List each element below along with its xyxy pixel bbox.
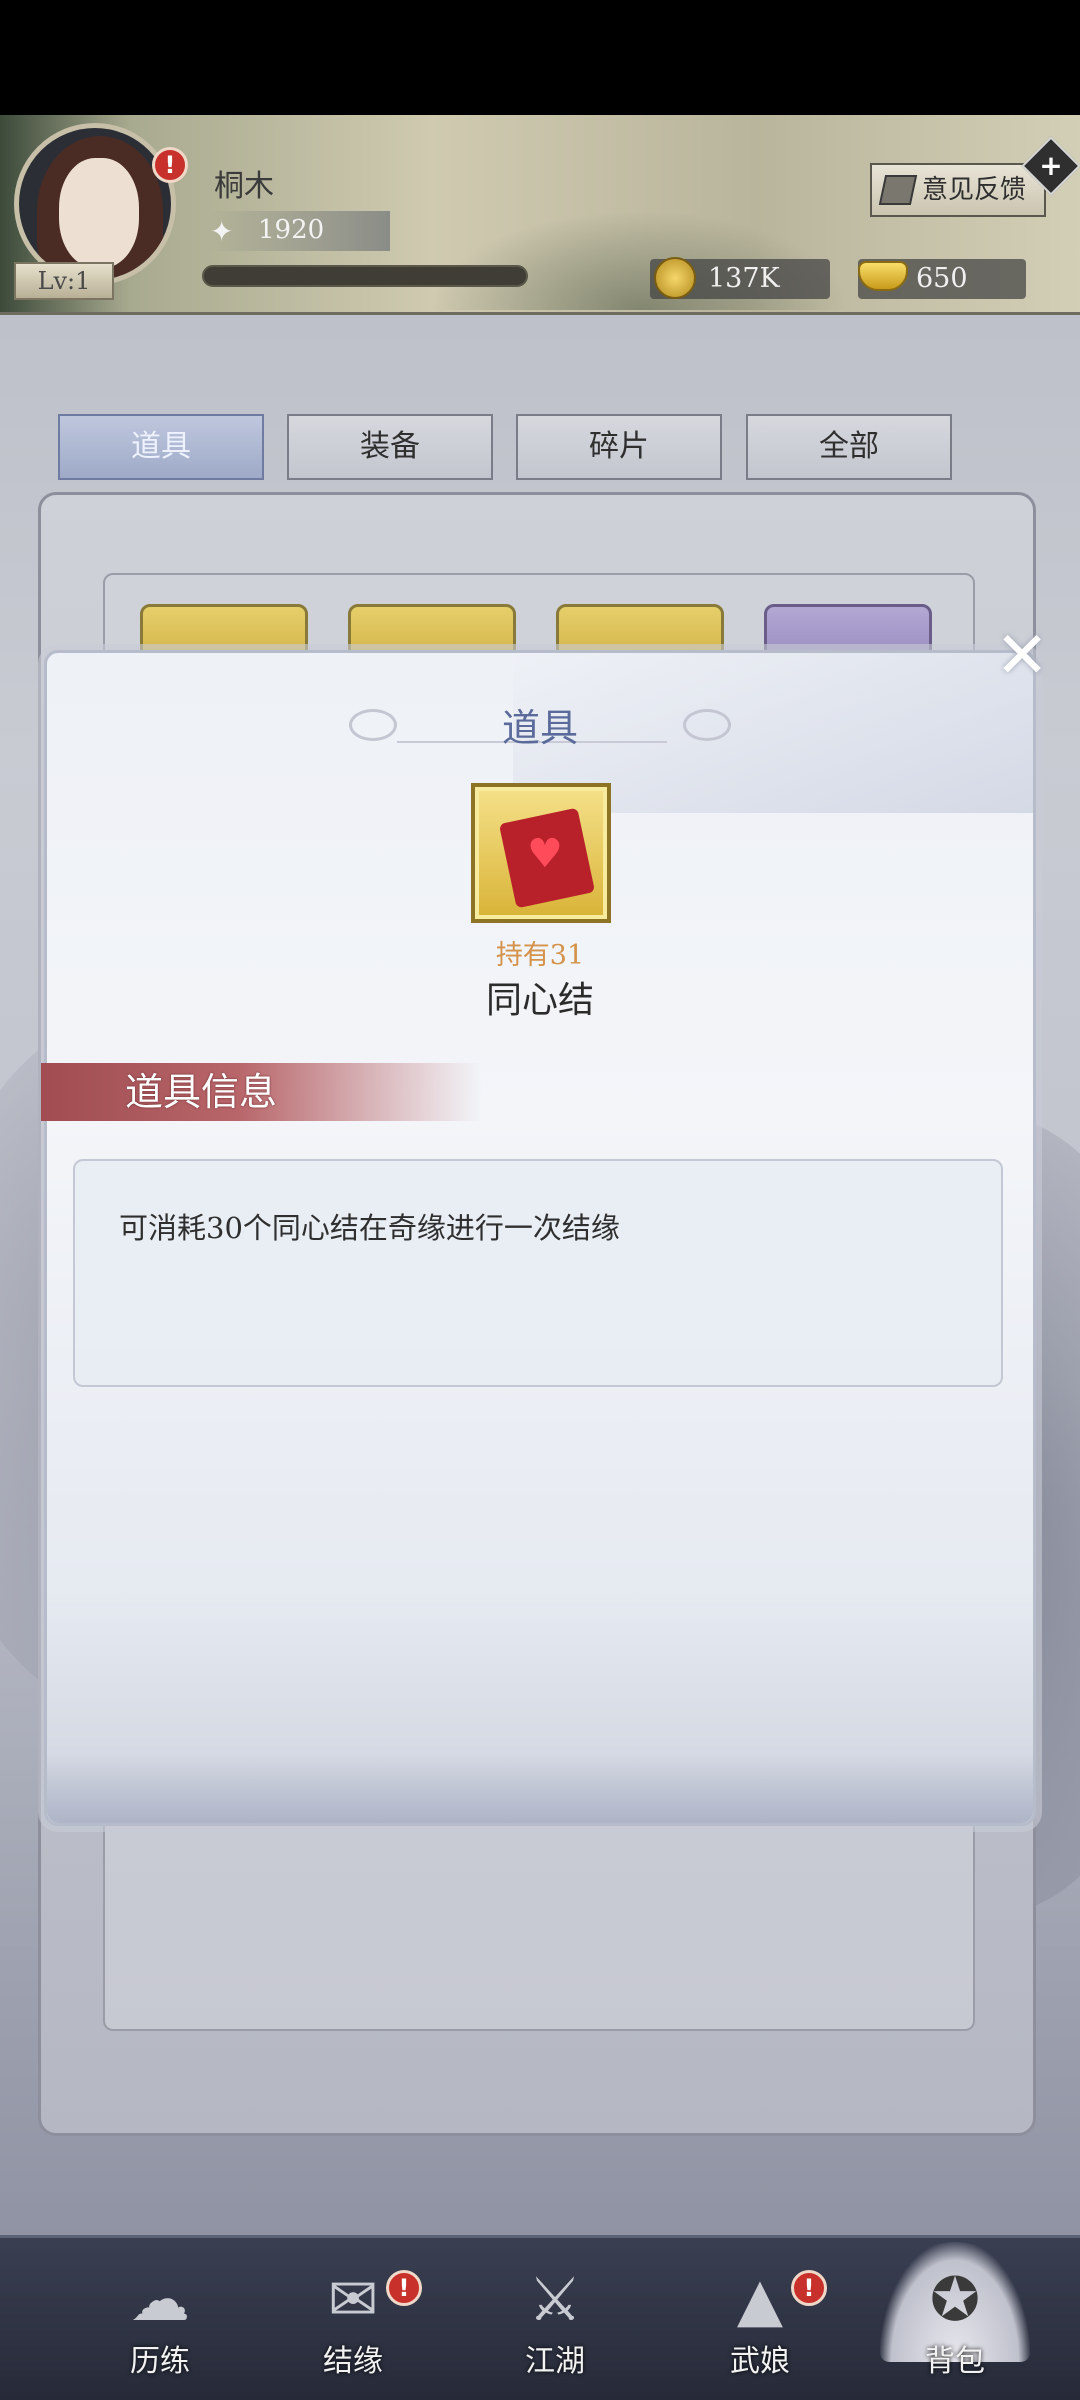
player-header: ! Lv:1 桐木 ✦ 1920 意见反馈 137K 650 + [0,115,1080,315]
coin-value: 137K [708,263,780,294]
ingot-icon [858,261,908,291]
nav-label: 武娘 [730,2344,790,2379]
bottom-nav: ☁ 历练 ✉ ! 结缘 ⚔ 江湖 ▲ ! 武娘 ✪ 背包 [0,2235,1080,2400]
alert-icon: ! [386,2270,422,2306]
avatar[interactable] [14,123,176,285]
plus-icon: + [1039,149,1063,182]
nav-jianghu[interactable]: ⚔ 江湖 [470,2238,640,2400]
description-box: 可消耗30个同心结在奇缘进行一次结缘 [73,1159,1003,1387]
tab-equipment[interactable]: 装备 [287,414,493,480]
player-name: 桐木 [214,169,274,204]
nav-heroines[interactable]: ▲ ! 武娘 [675,2238,845,2400]
coin-icon [654,257,696,299]
heart-icon: ♥ [527,831,563,877]
dialog-title: 道具 [501,706,578,750]
nav-label: 江湖 [525,2344,585,2379]
tab-fragments[interactable]: 碎片 [516,414,722,480]
coin-counter: 137K [650,257,830,299]
nav-label: 历练 [130,2344,190,2379]
nav-training[interactable]: ☁ 历练 [75,2238,245,2400]
item-description: 可消耗30个同心结在奇缘进行一次结缘 [119,1211,620,1245]
crossed-swords-icon: ⚔ [528,2265,582,2335]
tab-items[interactable]: 道具 [58,414,264,480]
nav-bond[interactable]: ✉ ! 结缘 [268,2238,438,2400]
nav-bag[interactable]: ✪ 背包 [870,2238,1040,2400]
tab-all[interactable]: 全部 [746,414,952,480]
item-detail-dialog: 道具 ♥ 持有31 同心结 道具信息 可消耗30个同心结在奇缘进行一次结缘 [41,650,1036,1826]
nav-label: 结缘 [323,2344,383,2379]
ingot-counter: 650 [858,259,1026,299]
level-badge: Lv:1 [14,262,114,300]
avatar-alert-icon: ! [152,147,188,183]
close-icon[interactable]: ✕ [988,622,1056,690]
bamboo-hat-icon: ▲ [736,2265,784,2335]
cloud-icon: ☁ [130,2265,190,2335]
power-icon: ✦ [210,215,234,248]
alert-icon: ! [791,2270,827,2306]
feedback-button[interactable]: 意见反馈 [870,163,1046,217]
item-icon-frame: ♥ [471,783,611,923]
status-bar [0,0,1080,115]
nav-label: 背包 [925,2344,985,2379]
power-display: ✦ 1920 [210,211,390,251]
scroll-icon: ✉ [327,2265,379,2335]
ingot-value: 650 [916,263,968,294]
owned-count: 持有31 [495,940,585,971]
section-title: 道具信息 [125,1070,278,1114]
bag-icon: ✪ [929,2265,981,2335]
feedback-label: 意见反馈 [922,175,1027,205]
exp-bar [202,265,528,287]
power-value: 1920 [258,215,325,245]
feedback-icon [878,175,918,205]
item-name: 同心结 [485,980,594,1021]
